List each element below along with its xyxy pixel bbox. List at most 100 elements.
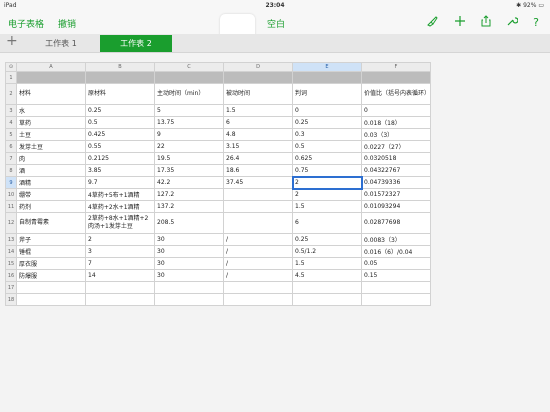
- add-sheet-button[interactable]: +: [6, 33, 18, 49]
- cell[interactable]: [223, 71, 293, 84]
- cell[interactable]: 0.2125: [85, 152, 155, 165]
- row-header[interactable]: 5: [5, 128, 17, 141]
- cell[interactable]: 137.2: [154, 200, 224, 213]
- row-header-selected[interactable]: 9: [5, 176, 17, 189]
- cell[interactable]: 30: [154, 269, 224, 282]
- cell[interactable]: [85, 281, 155, 294]
- cell[interactable]: [223, 212, 293, 234]
- cell[interactable]: 30: [154, 257, 224, 270]
- cell[interactable]: 3.85: [85, 164, 155, 177]
- cell[interactable]: 1.5: [292, 200, 362, 213]
- cell[interactable]: 2: [292, 188, 362, 201]
- cell[interactable]: 17.35: [154, 164, 224, 177]
- cell[interactable]: 0.016（6）/0.04: [361, 245, 431, 258]
- cell[interactable]: 208.5: [154, 212, 224, 234]
- cell[interactable]: /: [223, 257, 293, 270]
- cell[interactable]: 0.03（3）: [361, 128, 431, 141]
- cell[interactable]: [361, 293, 431, 306]
- cell[interactable]: 0.01093294: [361, 200, 431, 213]
- cell[interactable]: 0.5/1.2: [292, 245, 362, 258]
- cell[interactable]: 0.625: [292, 152, 362, 165]
- row-header[interactable]: 10: [5, 188, 17, 201]
- cell[interactable]: 0.15: [361, 269, 431, 282]
- cell[interactable]: [154, 71, 224, 84]
- cell[interactable]: 酒精: [16, 176, 86, 189]
- row-header[interactable]: 1: [5, 71, 17, 84]
- cell[interactable]: 26.4: [223, 152, 293, 165]
- cell[interactable]: [16, 281, 86, 294]
- cell[interactable]: [16, 71, 86, 84]
- spreadsheets-link[interactable]: 电子表格: [8, 17, 44, 30]
- row-header[interactable]: 8: [5, 164, 17, 177]
- cell[interactable]: 6: [292, 212, 362, 234]
- cell[interactable]: 3.15: [223, 140, 293, 153]
- cell[interactable]: [154, 281, 224, 294]
- cell[interactable]: 2草药+8水+1酒精+2肉汤+1发芽土豆: [85, 212, 155, 234]
- cell[interactable]: 主动时间（min）: [154, 83, 224, 105]
- column-header[interactable]: F: [361, 62, 431, 72]
- help-icon[interactable]: ?: [528, 15, 544, 31]
- cell[interactable]: 肉: [16, 152, 86, 165]
- cell[interactable]: 5: [154, 104, 224, 117]
- cell[interactable]: 厚衣服: [16, 257, 86, 270]
- column-header[interactable]: C: [154, 62, 224, 72]
- cell[interactable]: [361, 71, 431, 84]
- cell[interactable]: 13.75: [154, 116, 224, 129]
- cell[interactable]: 0.5: [85, 116, 155, 129]
- cell[interactable]: 0.018（18）: [361, 116, 431, 129]
- cell[interactable]: 2: [85, 233, 155, 246]
- cell[interactable]: 37.45: [223, 176, 293, 189]
- cell[interactable]: 0.75: [292, 164, 362, 177]
- cell[interactable]: 0.55: [85, 140, 155, 153]
- cell[interactable]: 30: [154, 245, 224, 258]
- row-header[interactable]: 17: [5, 281, 17, 294]
- cell[interactable]: 绷带: [16, 188, 86, 201]
- cell[interactable]: 4草药+5布+1酒精: [85, 188, 155, 201]
- cell[interactable]: [292, 281, 362, 294]
- cell[interactable]: 价值比（括号内表循环）: [361, 83, 431, 105]
- cell[interactable]: 7: [85, 257, 155, 270]
- row-header[interactable]: 12: [5, 212, 17, 234]
- cell[interactable]: 0.0320518: [361, 152, 431, 165]
- cell[interactable]: 0.0227（27）: [361, 140, 431, 153]
- cell[interactable]: 原材料: [85, 83, 155, 105]
- cell[interactable]: 4.8: [223, 128, 293, 141]
- cell[interactable]: 0.02877698: [361, 212, 431, 234]
- cell[interactable]: 0.04739336: [361, 176, 431, 189]
- cell[interactable]: 0.3: [292, 128, 362, 141]
- cell[interactable]: 防爆服: [16, 269, 86, 282]
- cell[interactable]: [223, 188, 293, 201]
- cell[interactable]: 0: [292, 104, 362, 117]
- share-icon[interactable]: [478, 15, 494, 31]
- tab-sheet-1[interactable]: 工作表 1: [22, 35, 100, 52]
- selected-cell[interactable]: 2: [291, 175, 363, 190]
- cell[interactable]: 19.5: [154, 152, 224, 165]
- cell[interactable]: [223, 200, 293, 213]
- document-title[interactable]: 空白: [267, 17, 285, 30]
- column-header[interactable]: A: [16, 62, 86, 72]
- cell[interactable]: 127.2: [154, 188, 224, 201]
- tab-sheet-2[interactable]: 工作表 2: [100, 35, 172, 52]
- row-header[interactable]: 3: [5, 104, 17, 117]
- row-header[interactable]: 15: [5, 257, 17, 270]
- cell[interactable]: [223, 293, 293, 306]
- cell[interactable]: 斧子: [16, 233, 86, 246]
- cell[interactable]: 4.5: [292, 269, 362, 282]
- cell[interactable]: 42.2: [154, 176, 224, 189]
- row-header[interactable]: 4: [5, 116, 17, 129]
- cell[interactable]: 土豆: [16, 128, 86, 141]
- cell[interactable]: 锤棍: [16, 245, 86, 258]
- row-header[interactable]: 18: [5, 293, 17, 306]
- cell[interactable]: [292, 293, 362, 306]
- cell[interactable]: 被动时间: [223, 83, 293, 105]
- cell[interactable]: 0: [361, 104, 431, 117]
- row-header[interactable]: 13: [5, 233, 17, 246]
- row-header[interactable]: 16: [5, 269, 17, 282]
- cell[interactable]: /: [223, 233, 293, 246]
- cell[interactable]: 0.5: [292, 140, 362, 153]
- cell[interactable]: 0.25: [85, 104, 155, 117]
- cell[interactable]: 判词: [292, 83, 362, 105]
- cell[interactable]: 发芽土豆: [16, 140, 86, 153]
- cell[interactable]: [85, 71, 155, 84]
- cell[interactable]: 4草药+2水+1酒精: [85, 200, 155, 213]
